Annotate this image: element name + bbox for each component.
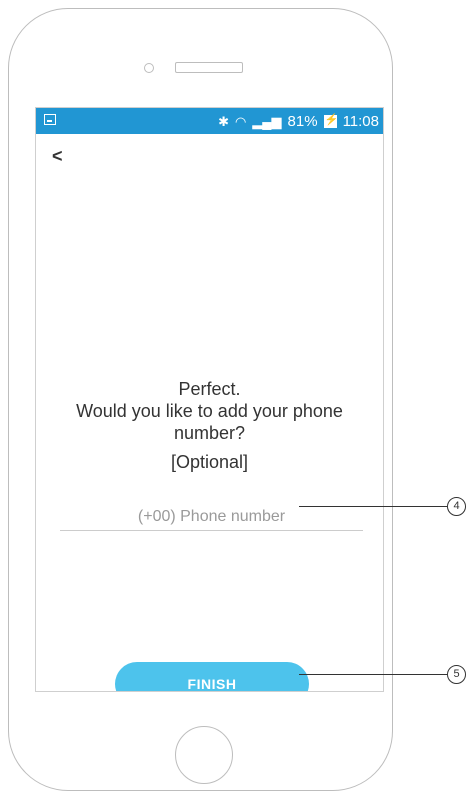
camera-icon [144,63,154,73]
callout-marker-4: 4 [447,497,466,516]
phone-number-input[interactable] [60,504,363,531]
speaker-grille [175,62,243,73]
phone-screen: ✱ ◠ ▂▄▆ 81% 11:08 < Perfect. Would you l… [35,107,384,692]
prompt-line-2: Would you like to add your phone [76,401,343,421]
home-button[interactable] [175,726,233,784]
status-bar: ✱ ◠ ▂▄▆ 81% 11:08 [36,108,383,134]
prompt-title: Perfect. Would you like to add your phon… [36,378,383,444]
callout-line-4 [299,506,447,507]
back-chevron-icon[interactable]: < [52,146,63,167]
status-time: 11:08 [342,112,379,130]
battery-charging-icon [323,113,338,128]
callout-line-5 [299,674,447,675]
optional-label: [Optional] [170,452,249,472]
finish-button[interactable]: FINISH [115,662,309,691]
bluetooth-icon: ✱ [218,113,229,129]
prompt-line-1: Perfect. [178,379,241,399]
callout-marker-5: 5 [447,665,466,684]
wifi-icon: ◠ [234,113,247,129]
battery-percent: 81% [287,112,318,130]
prompt-line-3: number? [173,423,246,443]
signal-icon: ▂▄▆ [252,113,282,129]
gallery-icon [44,114,56,125]
status-right: ✱ ◠ ▂▄▆ 81% 11:08 [218,110,379,132]
